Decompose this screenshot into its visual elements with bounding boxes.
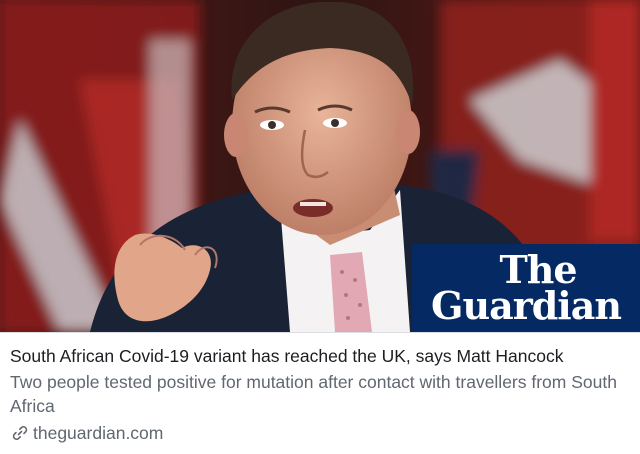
- preview-headline[interactable]: South African Covid-19 variant has reach…: [10, 345, 630, 367]
- preview-domain[interactable]: theguardian.com: [33, 422, 163, 444]
- preview-image[interactable]: The Guardian: [0, 0, 640, 332]
- link-preview-card[interactable]: The Guardian South African Covid-19 vari…: [0, 0, 640, 454]
- link-icon: [12, 426, 28, 440]
- guardian-logo: The Guardian: [412, 244, 640, 332]
- preview-text[interactable]: South African Covid-19 variant has reach…: [0, 332, 640, 454]
- preview-description: Two people tested positive for mutation …: [10, 372, 617, 416]
- logo-line-2: Guardian: [431, 283, 622, 328]
- preview-domain-row[interactable]: theguardian.com: [10, 422, 630, 444]
